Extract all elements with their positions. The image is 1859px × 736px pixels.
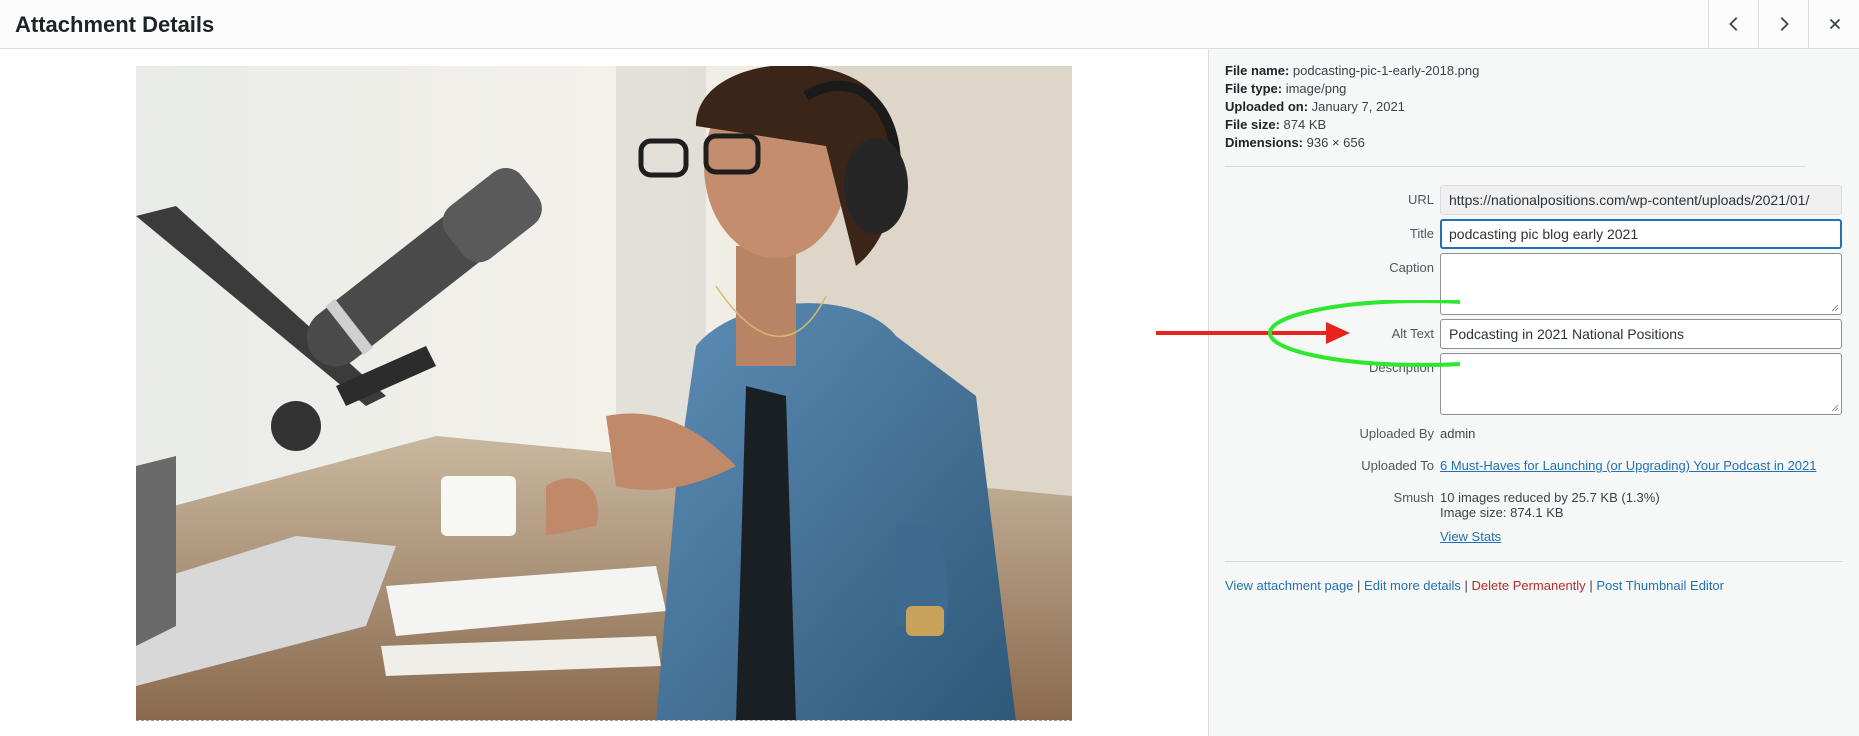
attachment-details-sidebar: File name: podcasting-pic-1-early-2018.p… bbox=[1208, 49, 1859, 736]
next-button[interactable] bbox=[1758, 0, 1809, 48]
view-attachment-page-link[interactable]: View attachment page bbox=[1225, 578, 1353, 593]
page-title: Attachment Details bbox=[15, 12, 215, 37]
alt-text-label: Alt Text bbox=[1391, 326, 1434, 341]
smush-stats: 10 images reduced by 25.7 KB (1.3%) Imag… bbox=[1440, 490, 1660, 544]
file-size: File size: 874 KB bbox=[1225, 117, 1327, 132]
resize-grip-icon[interactable] bbox=[1831, 304, 1839, 312]
description-field[interactable] bbox=[1440, 353, 1842, 415]
smush-reduction: 10 images reduced by 25.7 KB (1.3%) bbox=[1440, 490, 1660, 505]
uploaded-on: Uploaded on: January 7, 2021 bbox=[1225, 99, 1405, 114]
separator: | bbox=[1464, 578, 1468, 593]
uploaded-by-label: Uploaded By bbox=[1359, 426, 1434, 441]
url-field[interactable]: https://nationalpositions.com/wp-content… bbox=[1440, 185, 1842, 215]
dimensions: Dimensions: 936 × 656 bbox=[1225, 135, 1365, 150]
delete-permanently-link[interactable]: Delete Permanently bbox=[1472, 578, 1586, 593]
caption-label: Caption bbox=[1389, 260, 1434, 275]
chevron-left-icon bbox=[1729, 17, 1738, 31]
divider bbox=[1225, 561, 1843, 562]
podcaster-photo bbox=[136, 66, 1072, 720]
uploaded-to-link[interactable]: 6 Must-Haves for Launching (or Upgrading… bbox=[1440, 458, 1817, 473]
post-thumbnail-editor-link[interactable]: Post Thumbnail Editor bbox=[1596, 578, 1724, 593]
alt-text-field[interactable]: Podcasting in 2021 National Positions bbox=[1440, 319, 1842, 349]
attachment-media-view bbox=[0, 49, 1208, 736]
divider bbox=[1225, 166, 1805, 167]
close-button[interactable] bbox=[1808, 0, 1859, 48]
title-label: Title bbox=[1409, 226, 1434, 241]
uploaded-to-value: 6 Must-Haves for Launching (or Upgrading… bbox=[1440, 458, 1817, 473]
file-type: File type: image/png bbox=[1225, 81, 1347, 96]
attachment-actions: View attachment page | Edit more details… bbox=[1225, 578, 1724, 593]
uploaded-to-label: Uploaded To bbox=[1361, 458, 1434, 473]
close-icon bbox=[1829, 18, 1840, 30]
chevron-right-icon bbox=[1780, 17, 1789, 31]
caption-field[interactable] bbox=[1440, 253, 1842, 315]
description-label: Description bbox=[1368, 360, 1434, 375]
view-stats-link[interactable]: View Stats bbox=[1440, 529, 1501, 544]
previous-button[interactable] bbox=[1708, 0, 1759, 48]
resize-grip-icon[interactable] bbox=[1831, 404, 1839, 412]
modal-header: Attachment Details bbox=[0, 0, 1859, 49]
url-label: URL bbox=[1407, 192, 1434, 207]
title-field[interactable]: podcasting pic blog early 2021 bbox=[1440, 219, 1842, 249]
uploaded-by-value: admin bbox=[1440, 426, 1476, 441]
smush-label: Smush bbox=[1393, 490, 1434, 505]
smush-image-size: Image size: 874.1 KB bbox=[1440, 505, 1564, 520]
file-info: File name: podcasting-pic-1-early-2018.p… bbox=[1225, 62, 1479, 152]
file-name: File name: podcasting-pic-1-early-2018.p… bbox=[1225, 63, 1480, 78]
attachment-image bbox=[136, 66, 1072, 721]
edit-more-details-link[interactable]: Edit more details bbox=[1364, 578, 1461, 593]
separator: | bbox=[1589, 578, 1593, 593]
separator: | bbox=[1357, 578, 1361, 593]
